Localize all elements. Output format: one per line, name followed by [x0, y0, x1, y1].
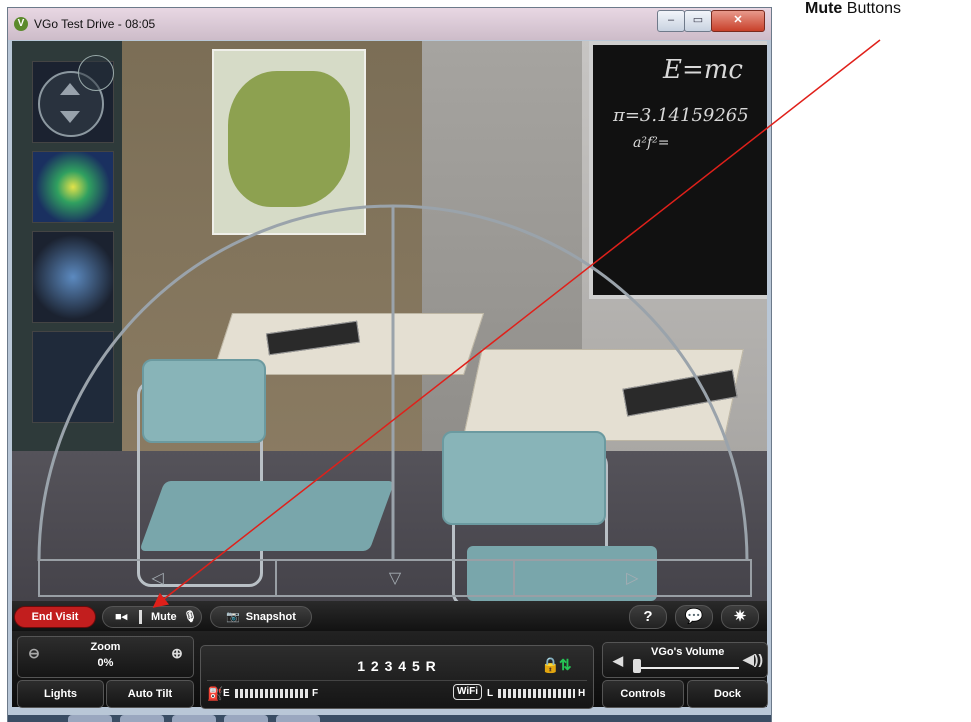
reverse-button[interactable]: ▽	[277, 561, 515, 595]
chat-icon[interactable]: 💬	[675, 605, 713, 629]
turn-left-button[interactable]: ◁	[40, 561, 278, 595]
annotation-rest: Buttons	[842, 0, 902, 17]
help-button[interactable]: ?	[629, 605, 667, 629]
battery-empty-label: E	[223, 688, 230, 699]
divider	[139, 610, 142, 624]
volume-track[interactable]	[639, 667, 739, 669]
wifi-low-label: L	[487, 688, 494, 699]
camera-icon: 📷	[226, 611, 240, 623]
auto-tilt-button[interactable]: Auto Tilt	[106, 680, 194, 708]
battery-pump-icon: ⛽	[207, 686, 224, 701]
battery-full-label: F	[312, 688, 319, 699]
drive-overlay	[37, 204, 749, 562]
wifi-high-label: H	[578, 688, 586, 699]
snapshot-label: Snapshot	[245, 611, 296, 623]
up-arrow-icon[interactable]	[60, 83, 80, 95]
divider	[207, 680, 587, 681]
status-display: 1 2 3 4 5 R 🔒 ⇅ ⛽ E F WiFi L H	[200, 645, 594, 709]
annotation-strong: Mute	[805, 0, 843, 17]
window-title: VGo Test Drive - 08:05	[34, 17, 156, 31]
volume-slider-thumb[interactable]	[633, 659, 641, 673]
drive-direction-bar[interactable]: ◁ ▽ ▷	[38, 559, 752, 597]
taskbar-item[interactable]	[224, 715, 268, 722]
left-arrow-icon: ◁	[151, 570, 164, 587]
camera-mute-icon[interactable]: ■◂	[115, 607, 127, 627]
minimize-button[interactable]: –	[657, 10, 685, 32]
turn-right-button[interactable]: ▷	[515, 561, 750, 595]
volume-label: VGo's Volume	[651, 646, 725, 658]
lights-button[interactable]: Lights	[17, 680, 104, 708]
down-arrow-icon: ▽	[388, 570, 402, 587]
volume-low-icon: ◀	[613, 653, 623, 668]
connection-arrows-icon: ⇅	[559, 657, 572, 674]
controls-button[interactable]: Controls	[602, 680, 684, 708]
toolbar: End Visit ■◂ Mute 🎙 📷 Snapshot ? 💬 ✷	[12, 601, 767, 631]
battery-meter	[235, 689, 309, 698]
lock-icon: 🔒	[541, 657, 560, 674]
vgo-volume-control: ◀ VGo's Volume ◀))	[602, 642, 768, 678]
zoom-control: ⊖ Zoom 0% ⊕	[17, 636, 194, 678]
title-bar[interactable]: V VGo Test Drive - 08:05 – ▭ ✕	[8, 8, 771, 40]
end-visit-button[interactable]: End Visit	[14, 606, 96, 628]
microphone-icon[interactable]: 🎙	[183, 607, 197, 627]
close-button[interactable]: ✕	[711, 10, 765, 32]
volume-high-icon: ◀))	[743, 651, 764, 667]
vgo-window: V VGo Test Drive - 08:05 – ▭ ✕ E=mc π=3.…	[8, 8, 771, 722]
snapshot-button[interactable]: 📷 Snapshot	[210, 606, 312, 628]
maximize-button[interactable]: ▭	[684, 10, 712, 32]
gear-icon[interactable]: ✷	[721, 605, 759, 629]
mute-buttons[interactable]: ■◂ Mute 🎙	[102, 606, 202, 628]
os-taskbar	[8, 715, 771, 722]
speed-gears[interactable]: 1 2 3 4 5 R	[201, 658, 593, 674]
taskbar-item[interactable]	[120, 715, 164, 722]
control-panel: ⊖ Zoom 0% ⊕ Lights Auto Tilt 1 2 3 4 5 R…	[12, 631, 768, 709]
down-arrow-icon[interactable]	[60, 111, 80, 123]
right-arrow-icon: ▷	[626, 570, 639, 587]
wifi-badge: WiFi	[453, 684, 483, 700]
vgo-logo-icon: V	[14, 17, 28, 31]
camera-preview-bubble	[78, 55, 114, 91]
wifi-meter	[498, 689, 575, 698]
mute-label[interactable]: Mute	[151, 607, 177, 627]
zoom-in-icon[interactable]: ⊕	[167, 643, 187, 663]
taskbar-item[interactable]	[172, 715, 216, 722]
taskbar-item[interactable]	[68, 715, 112, 722]
mute-buttons-annotation: Mute Buttons	[805, 0, 901, 18]
video-feed[interactable]: E=mc π=3.14159265 a²f²= ◁ ▽ ▷	[12, 41, 767, 601]
taskbar-item[interactable]	[276, 715, 320, 722]
dock-button[interactable]: Dock	[687, 680, 768, 708]
